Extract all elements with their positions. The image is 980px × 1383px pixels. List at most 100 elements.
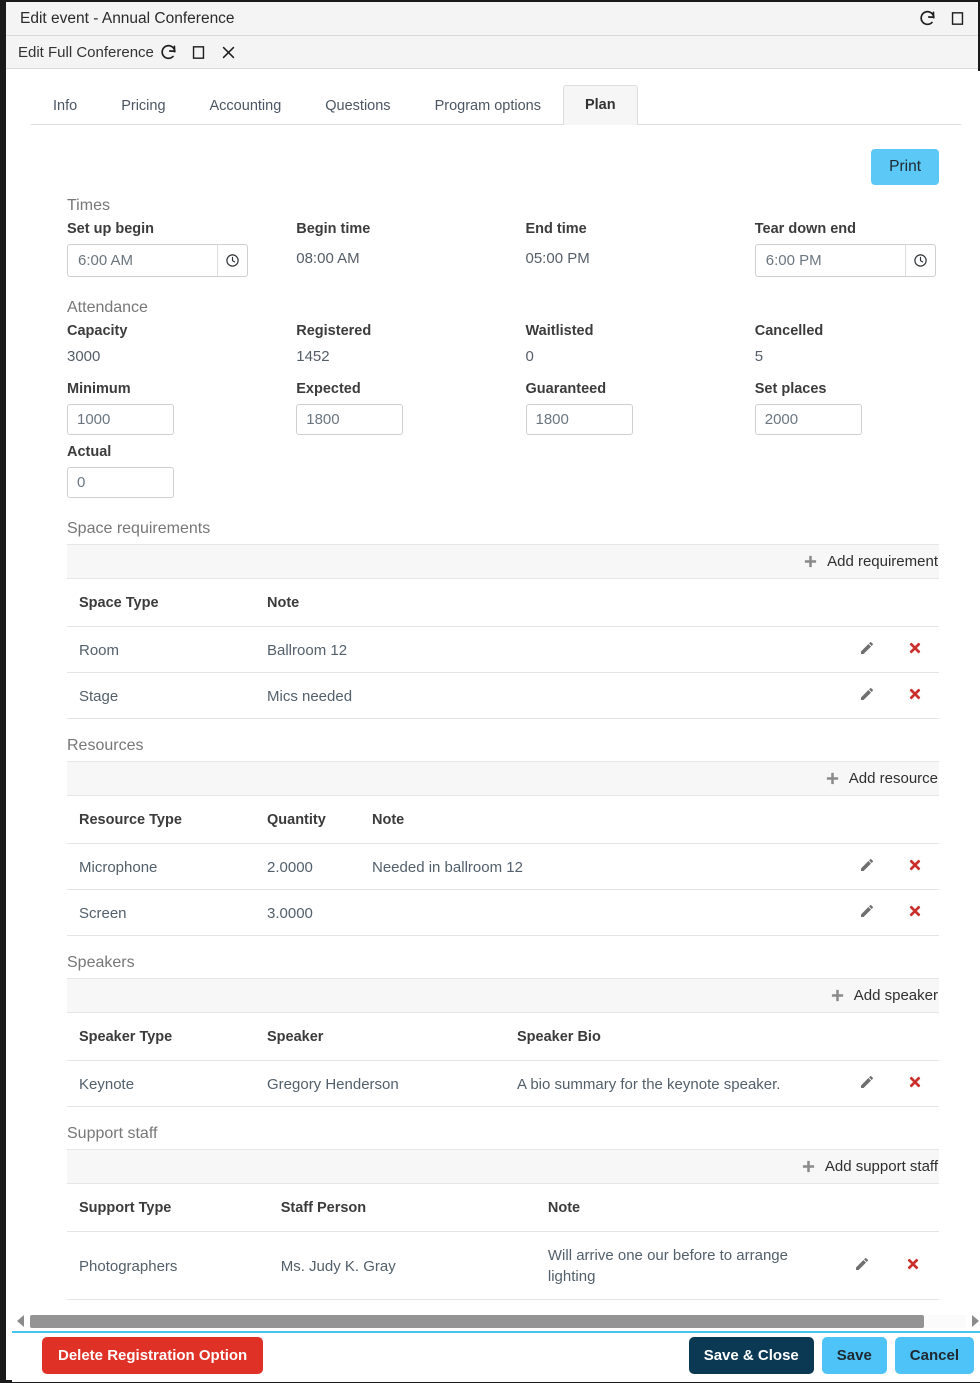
space-requirements-title: Space requirements	[67, 520, 211, 537]
registered-value: 1452	[296, 348, 330, 365]
edit-pencil-icon[interactable]	[859, 857, 875, 873]
delete-registration-option-button[interactable]: Delete Registration Option	[42, 1336, 264, 1374]
edit-pencil-icon[interactable]	[854, 1256, 870, 1272]
actual-input[interactable]: 0	[67, 467, 174, 498]
col-note: Note	[267, 579, 843, 627]
close-icon[interactable]	[214, 38, 244, 66]
col-edit	[843, 579, 891, 627]
cell-delete	[891, 843, 939, 890]
main-content: Info Pricing Accounting Questions Progra…	[12, 71, 980, 1382]
table-header-row: Space Type Note	[67, 579, 939, 627]
field-tear-down-end: Tear down end 6:00 PM	[754, 221, 980, 277]
tab-program-options[interactable]: Program options	[413, 88, 563, 125]
minimum-input[interactable]: 1000	[67, 404, 174, 435]
clock-icon[interactable]	[904, 245, 935, 276]
plus-icon	[825, 771, 840, 786]
scrollbar-track[interactable]	[30, 1314, 966, 1328]
add-resource-button[interactable]: Add resource	[825, 770, 938, 787]
cancel-button[interactable]: Cancel	[894, 1336, 974, 1374]
clock-icon[interactable]	[217, 245, 247, 276]
save-and-close-button[interactable]: Save & Close	[688, 1336, 814, 1374]
support-staff-add-bar: Add support staff	[67, 1149, 939, 1184]
end-time-label: End time	[525, 221, 587, 237]
cell-delete	[891, 1060, 939, 1107]
add-speaker-button[interactable]: Add speaker	[830, 987, 938, 1004]
delete-x-icon[interactable]	[907, 640, 923, 656]
field-expected: Expected 1800	[296, 381, 525, 435]
save-button[interactable]: Save	[821, 1336, 887, 1374]
cell-delete	[887, 1231, 939, 1300]
minimum-label: Minimum	[67, 381, 131, 397]
cell-edit	[843, 1060, 891, 1107]
table-row: Photographers Ms. Judy K. Gray Will arri…	[67, 1231, 939, 1300]
field-capacity: Capacity 3000	[67, 323, 296, 372]
col-support-type: Support Type	[67, 1184, 281, 1232]
field-set-places: Set places 2000	[754, 381, 980, 435]
cancelled-label: Cancelled	[754, 323, 824, 339]
actual-label: Actual	[67, 444, 112, 460]
delete-x-icon[interactable]	[907, 903, 923, 919]
edit-pencil-icon[interactable]	[859, 903, 875, 919]
inner-titlebar: Edit Full Conference	[6, 36, 978, 69]
col-note: Note	[547, 1184, 837, 1232]
tab-pricing[interactable]: Pricing	[99, 88, 187, 125]
cell-note: Mics needed	[267, 672, 843, 719]
horizontal-scrollbar[interactable]	[12, 1311, 980, 1331]
col-resource-type: Resource Type	[67, 796, 267, 844]
setup-begin-input[interactable]: 6:00 AM	[67, 244, 248, 277]
add-resource-label: Add resource	[848, 770, 938, 787]
expected-input[interactable]: 1800	[296, 404, 404, 435]
col-delete	[891, 1013, 939, 1061]
cell-support-type: Photographers	[67, 1231, 281, 1300]
delete-x-icon[interactable]	[907, 857, 923, 873]
edit-pencil-icon[interactable]	[859, 686, 875, 702]
outer-titlebar: Edit event - Annual Conference	[6, 2, 978, 36]
col-delete	[891, 796, 939, 844]
field-setup-begin: Set up begin 6:00 AM	[67, 221, 296, 277]
outer-window-title: Edit event - Annual Conference	[20, 9, 235, 27]
field-end-time: End time 05:00 PM	[526, 221, 755, 277]
guaranteed-input[interactable]: 1800	[525, 404, 633, 435]
tab-plan[interactable]: Plan	[562, 85, 638, 125]
col-note: Note	[372, 796, 843, 844]
col-speaker-bio: Speaker Bio	[517, 1013, 843, 1061]
table-row: Screen 3.0000	[67, 889, 939, 936]
edit-pencil-icon[interactable]	[859, 640, 875, 656]
delete-x-icon[interactable]	[905, 1256, 921, 1272]
table-row: Room Ballroom 12	[67, 626, 939, 673]
delete-x-icon[interactable]	[907, 686, 923, 702]
refresh-icon[interactable]	[912, 5, 942, 33]
add-requirement-button[interactable]: Add requirement	[803, 553, 938, 570]
delete-x-icon[interactable]	[907, 1074, 923, 1090]
field-cancelled: Cancelled 5	[755, 323, 980, 372]
set-places-input[interactable]: 2000	[754, 404, 862, 435]
support-staff-block: Add support staff Support Type Staff Per…	[67, 1149, 939, 1300]
scroll-right-arrow-icon[interactable]	[966, 1311, 980, 1331]
tear-down-end-label: Tear down end	[754, 221, 856, 237]
scroll-left-arrow-icon[interactable]	[12, 1311, 30, 1331]
cell-speaker-type: Keynote	[67, 1060, 267, 1107]
add-support-staff-button[interactable]: Add support staff	[801, 1158, 938, 1175]
print-button[interactable]: Print	[871, 149, 939, 185]
maximize-icon[interactable]	[184, 38, 214, 66]
maximize-icon[interactable]	[942, 5, 972, 33]
attendance-readonly-fields: Capacity 3000 Registered 1452 Waitlisted…	[67, 323, 980, 372]
speakers-block: Add speaker Speaker Type Speaker Speaker…	[67, 978, 939, 1107]
tear-down-end-value: 6:00 PM	[765, 252, 822, 269]
end-time-value: 05:00 PM	[525, 250, 590, 267]
tab-questions[interactable]: Questions	[303, 88, 412, 125]
edit-pencil-icon[interactable]	[859, 1074, 875, 1090]
support-staff-title: Support staff	[67, 1125, 158, 1142]
tab-info[interactable]: Info	[31, 88, 99, 125]
col-edit	[843, 1013, 891, 1061]
begin-time-label: Begin time	[296, 221, 371, 237]
tab-accounting[interactable]: Accounting	[188, 88, 304, 125]
plus-icon	[830, 988, 845, 1003]
col-delete	[891, 579, 939, 627]
setup-begin-label: Set up begin	[67, 221, 154, 237]
col-edit	[836, 1184, 888, 1232]
refresh-icon[interactable]	[154, 38, 184, 66]
cell-delete	[891, 889, 939, 936]
scrollbar-thumb[interactable]	[30, 1314, 924, 1328]
tear-down-end-input[interactable]: 6:00 PM	[754, 244, 936, 277]
